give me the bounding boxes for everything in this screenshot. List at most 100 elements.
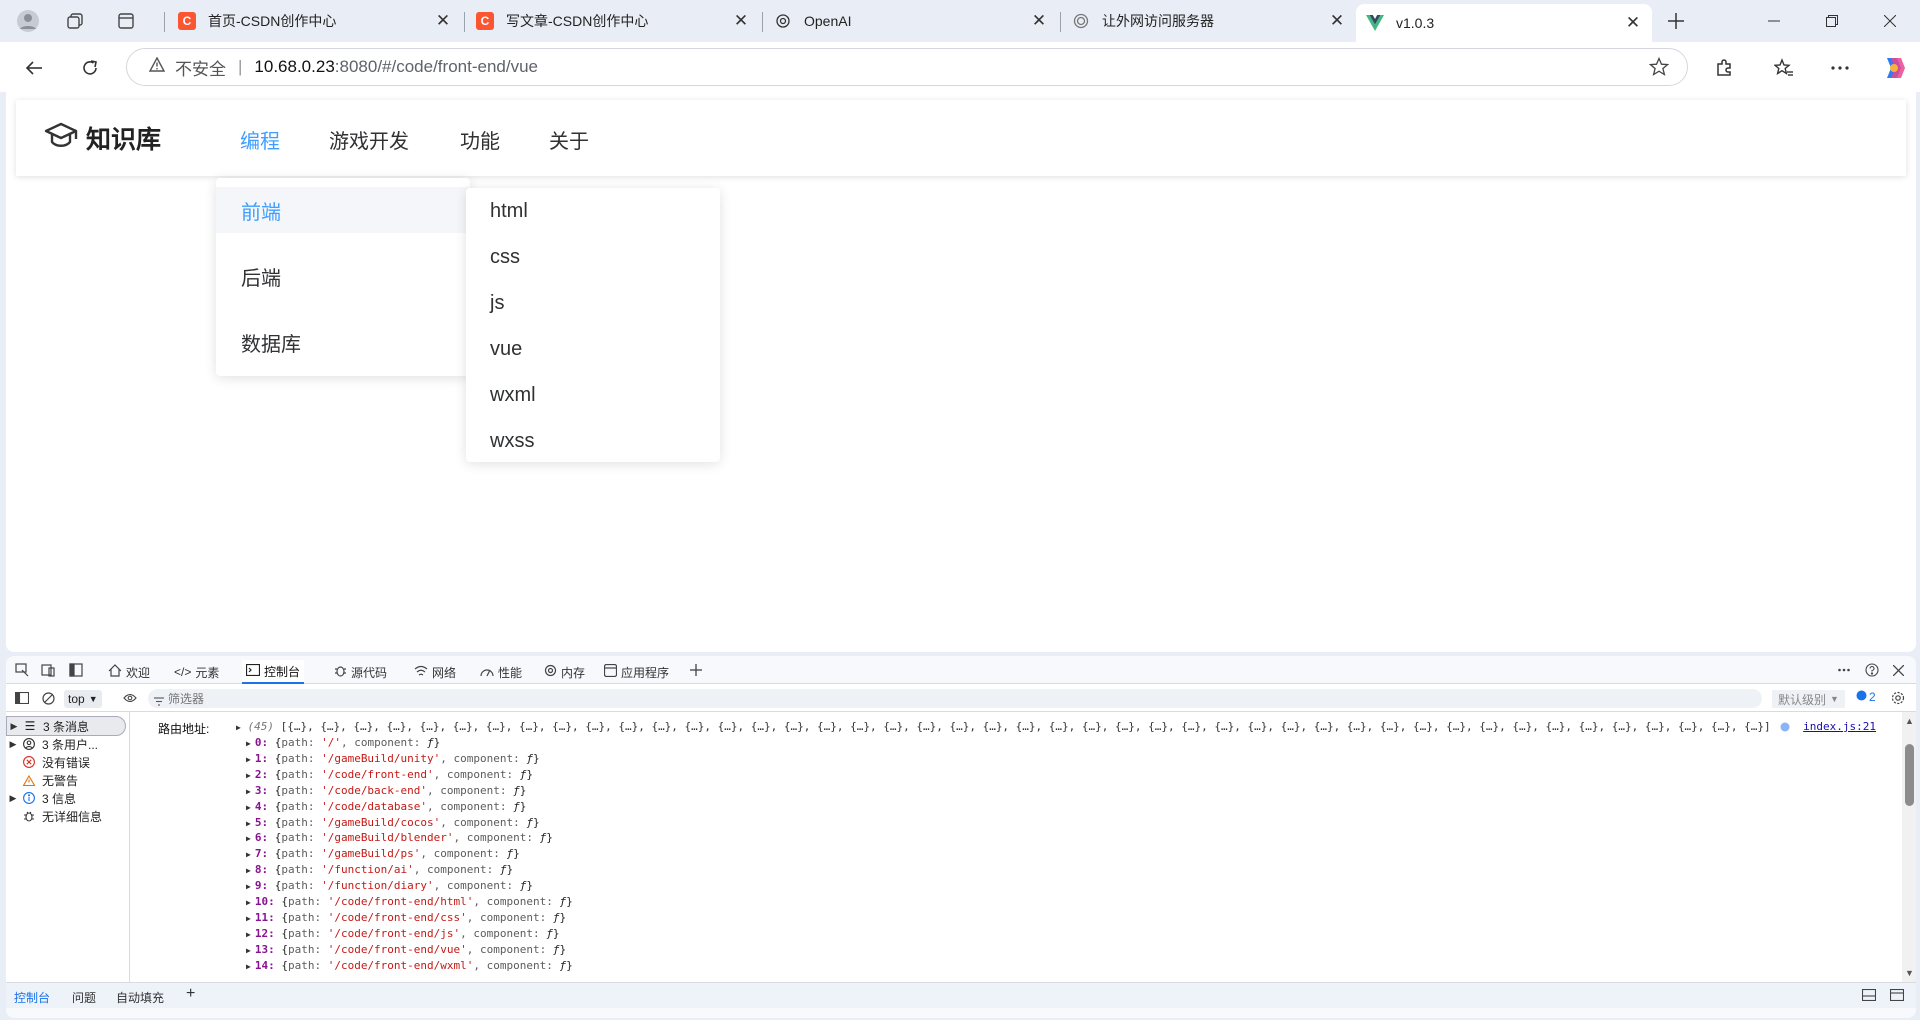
- devtools-tab-application[interactable]: 应用程序: [600, 660, 673, 684]
- log-entry-row[interactable]: ▶ 8: {path: '/function/ai', component: ƒ}: [246, 863, 513, 876]
- menu-item-database[interactable]: 数据库: [216, 319, 470, 365]
- log-entry-row[interactable]: ▶ 1: {path: '/gameBuild/unity', component…: [246, 752, 540, 765]
- submenu-item-vue[interactable]: vue: [490, 338, 522, 361]
- drawer-tab-autofill[interactable]: 自动填充: [116, 989, 164, 1006]
- issues-badge[interactable]: 2: [1856, 690, 1876, 704]
- new-tab-icon[interactable]: [1662, 7, 1690, 35]
- close-icon[interactable]: ✕: [732, 11, 750, 30]
- expand-triangle-icon[interactable]: ▶: [246, 834, 251, 843]
- expand-triangle-icon[interactable]: ▶: [246, 739, 251, 748]
- devtools-tab-console[interactable]: 控制台: [242, 660, 305, 684]
- close-icon[interactable]: ✕: [434, 11, 452, 30]
- help-icon[interactable]: [1864, 662, 1880, 678]
- browser-tab[interactable]: 让外网访问服务器 ✕: [1062, 4, 1356, 38]
- dock-drawer-icon[interactable]: [1861, 988, 1877, 1004]
- log-entry-row[interactable]: ▶ 2: {path: '/code/front-end', component:…: [246, 768, 533, 781]
- expand-triangle-icon[interactable]: ▶: [246, 755, 251, 764]
- extensions-icon[interactable]: [1708, 52, 1740, 84]
- expand-triangle-icon[interactable]: ▶: [236, 723, 241, 732]
- nav-item-features[interactable]: 功能: [460, 125, 500, 154]
- console-scrollbar[interactable]: ▲ ▼: [1902, 712, 1916, 982]
- log-entry-row[interactable]: ▶ 3: {path: '/code/back-end', component: …: [246, 784, 526, 797]
- device-emulation-icon[interactable]: [40, 662, 56, 678]
- log-entry-row[interactable]: ▶ 14: {path: '/code/front-end/wxml', comp…: [246, 959, 573, 972]
- menu-item-backend[interactable]: 后端: [216, 253, 470, 299]
- sidebar-item-info[interactable]: ▶ 3 信息: [6, 788, 126, 808]
- log-entry-row[interactable]: ▶ 12: {path: '/code/front-end/js', compon…: [246, 927, 560, 940]
- close-icon[interactable]: ✕: [1624, 13, 1642, 32]
- expand-triangle-icon[interactable]: ▶: [246, 946, 251, 955]
- log-entry-row[interactable]: ▶ 4: {path: '/code/database', component: …: [246, 800, 526, 813]
- drawer-tab-console[interactable]: 控制台: [14, 989, 50, 1006]
- dock-sidebar-icon[interactable]: [68, 662, 84, 678]
- expand-triangle-icon[interactable]: ▶: [246, 962, 251, 971]
- devtools-tab-elements[interactable]: </> 元素: [170, 660, 223, 684]
- restore-icon[interactable]: [1812, 8, 1852, 34]
- workspaces-icon[interactable]: [62, 7, 90, 35]
- scroll-up-icon[interactable]: ▲: [1905, 716, 1914, 726]
- sidebar-item-errors[interactable]: 没有错误: [6, 752, 126, 772]
- tab-actions-icon[interactable]: [112, 7, 140, 35]
- log-entry-row[interactable]: ▶ 0: {path: '/', component: ƒ}: [246, 736, 440, 749]
- address-bar[interactable]: 不安全 | 10.68.0.23 :8080/#/code/front-end/…: [126, 48, 1688, 86]
- window-close-icon[interactable]: [1870, 8, 1910, 34]
- devtools-tab-network[interactable]: 网络: [410, 660, 460, 684]
- expand-triangle-icon[interactable]: ▶: [246, 882, 251, 891]
- browser-tab[interactable]: OpenAI ✕: [764, 4, 1058, 38]
- nav-item-game-dev[interactable]: 游戏开发: [329, 125, 409, 154]
- expand-triangle-icon[interactable]: ▶: [246, 866, 251, 875]
- menu-item-frontend[interactable]: 前端: [216, 187, 470, 233]
- log-entry-row[interactable]: ▶ 6: {path: '/gameBuild/blender', compone…: [246, 831, 553, 844]
- submenu-item-wxss[interactable]: wxss: [490, 430, 534, 453]
- back-arrow-icon[interactable]: [18, 52, 50, 84]
- add-tool-icon[interactable]: [688, 662, 704, 678]
- log-entry-row[interactable]: ▶ 5: {path: '/gameBuild/cocos', component…: [246, 816, 540, 829]
- log-entry-row[interactable]: ▶ 9: {path: '/function/diary', component:…: [246, 879, 533, 892]
- expand-triangle-icon[interactable]: ▶: [246, 914, 251, 923]
- refresh-icon[interactable]: [74, 52, 106, 84]
- sidebar-item-user-messages[interactable]: ▶ 3 条用户...: [6, 734, 126, 754]
- log-level-select[interactable]: 默认级别 ▼: [1772, 690, 1845, 708]
- submenu-item-html[interactable]: html: [490, 200, 528, 223]
- nav-item-about[interactable]: 关于: [549, 125, 589, 154]
- inspect-element-icon[interactable]: [14, 662, 30, 678]
- devtools-tab-memory[interactable]: 内存: [540, 660, 589, 684]
- warning-icon[interactable]: [148, 56, 166, 77]
- expand-triangle-icon[interactable]: ▶: [246, 819, 251, 828]
- devtools-tab-sources[interactable]: 源代码: [330, 660, 391, 684]
- more-menu-icon[interactable]: [1824, 52, 1856, 84]
- sidebar-item-verbose[interactable]: 无详细信息: [6, 806, 126, 826]
- drawer-tab-issues[interactable]: 问题: [72, 989, 96, 1006]
- console-filter-input[interactable]: [148, 689, 1762, 708]
- favorite-star-icon[interactable]: [1648, 56, 1670, 82]
- expand-triangle-icon[interactable]: ▶: [246, 930, 251, 939]
- expand-triangle-icon[interactable]: ▶: [246, 787, 251, 796]
- expand-triangle-icon[interactable]: ▶: [246, 898, 251, 907]
- minimize-icon[interactable]: [1754, 8, 1794, 34]
- log-source-link[interactable]: index.js:21: [1803, 720, 1876, 733]
- console-settings-gear-icon[interactable]: [1890, 690, 1906, 706]
- sidebar-item-warnings[interactable]: 无警告: [6, 770, 126, 790]
- submenu-item-js[interactable]: js: [490, 292, 504, 315]
- submenu-item-wxml[interactable]: wxml: [490, 384, 536, 407]
- add-drawer-tab-icon[interactable]: +: [186, 985, 195, 1003]
- submenu-item-css[interactable]: css: [490, 246, 520, 269]
- close-icon[interactable]: ✕: [1328, 11, 1346, 30]
- copilot-icon[interactable]: [1878, 52, 1910, 84]
- context-select[interactable]: top ▼: [64, 690, 102, 708]
- sidebar-item-messages[interactable]: ▶ ☰ 3 条消息: [6, 716, 126, 736]
- expand-triangle-icon[interactable]: ▶: [246, 803, 251, 812]
- browser-tab[interactable]: C 写文章-CSDN创作中心 ✕: [466, 4, 760, 38]
- live-expression-eye-icon[interactable]: [122, 690, 138, 706]
- close-devtools-icon[interactable]: [1890, 662, 1906, 678]
- browser-tab[interactable]: C 首页-CSDN创作中心 ✕: [168, 4, 462, 38]
- nav-item-programming[interactable]: 编程: [240, 125, 280, 154]
- expand-triangle-icon[interactable]: ▶: [246, 771, 251, 780]
- security-label[interactable]: 不安全: [175, 55, 226, 80]
- scrollbar-thumb[interactable]: [1905, 744, 1914, 806]
- more-options-icon[interactable]: [1836, 662, 1852, 678]
- expand-triangle-icon[interactable]: ▶: [246, 850, 251, 859]
- devtools-tab-welcome[interactable]: 欢迎: [104, 660, 154, 684]
- log-entry-row[interactable]: ▶ 13: {path: '/code/front-end/vue', compo…: [246, 943, 566, 956]
- clear-console-icon[interactable]: [40, 690, 56, 706]
